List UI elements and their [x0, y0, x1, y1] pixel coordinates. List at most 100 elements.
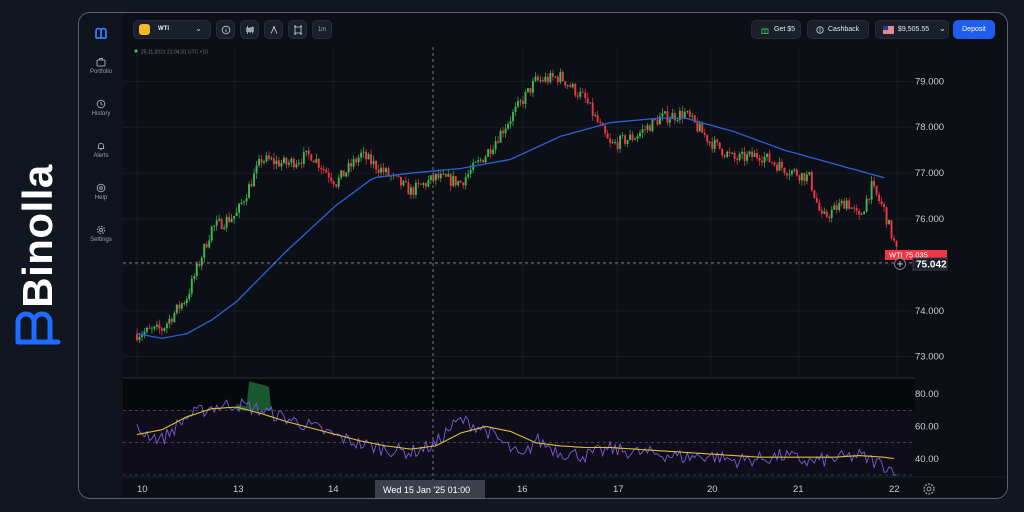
- candle-body: [255, 165, 258, 174]
- candle-body: [327, 172, 330, 178]
- candle-body: [549, 72, 552, 83]
- deposit-button[interactable]: Deposit: [953, 20, 995, 39]
- candle-body: [332, 181, 335, 185]
- candle-body: [434, 173, 437, 181]
- candle-body: [661, 113, 664, 117]
- get-bonus-label: Get $5: [774, 26, 796, 33]
- candle-body: [686, 111, 689, 113]
- candle-body: [701, 123, 704, 134]
- get-bonus-button[interactable]: Get $5: [751, 20, 801, 39]
- candle-body: [265, 155, 268, 162]
- candle-body: [387, 168, 390, 176]
- candle-body: [691, 115, 694, 117]
- candle-body: [818, 202, 821, 211]
- info-icon: [221, 25, 230, 34]
- candle-body: [619, 135, 622, 149]
- candle-body: [639, 132, 641, 137]
- balance-value: $9,505.55: [898, 26, 930, 33]
- sidebar-item-portfolio[interactable]: Portfolio: [79, 57, 123, 75]
- candle-body: [417, 182, 420, 184]
- candle-body: [467, 173, 470, 178]
- asset-selector[interactable]: WTI ⌄: [133, 20, 211, 39]
- candle-body: [561, 71, 564, 82]
- candle-body: [868, 198, 871, 200]
- sidebar-item-alerts[interactable]: Alerts: [79, 141, 123, 159]
- candle-body: [534, 76, 537, 82]
- candle-body: [527, 88, 529, 92]
- candle-body: [604, 126, 607, 134]
- sidebar-item-history[interactable]: History: [79, 99, 123, 117]
- sidebar-item-help[interactable]: Help: [79, 183, 123, 201]
- candle-body: [148, 327, 151, 329]
- candle-body: [668, 119, 671, 123]
- candle-body: [703, 133, 706, 135]
- candle-body: [626, 140, 629, 144]
- price-chart[interactable]: 79.00078.00077.00076.00074.00073.000WTI …: [123, 47, 1007, 498]
- candle-body: [571, 83, 574, 88]
- candle-body: [240, 202, 243, 204]
- time-tick-label: 14: [328, 484, 339, 495]
- brand-panel: Binolla: [0, 0, 76, 512]
- cashback-button[interactable]: Cashback: [807, 20, 869, 39]
- indicators-button[interactable]: [288, 20, 307, 39]
- candle-body: [268, 155, 270, 160]
- candle-body: [355, 159, 358, 163]
- candle-body: [158, 324, 161, 329]
- candle-body: [163, 328, 166, 331]
- candle-body: [848, 200, 851, 209]
- candle-body: [200, 257, 203, 266]
- account-balance-selector[interactable]: $9,505.55 ⌄: [875, 20, 949, 39]
- candle-body: [429, 175, 432, 181]
- candle-body: [382, 167, 385, 173]
- candle-body: [885, 206, 888, 225]
- timeframe-selector[interactable]: 1m: [312, 20, 332, 39]
- top-toolbar: WTI ⌄ 1m Get $5 Cashback $9,505.55 ⌄ Dep…: [123, 13, 1007, 47]
- candle-body: [385, 168, 387, 173]
- candle-body: [711, 141, 714, 149]
- candle-body: [258, 159, 260, 166]
- sidebar-item-label: Help: [94, 195, 108, 201]
- candle-body: [514, 106, 517, 113]
- chart-type-button[interactable]: [240, 20, 259, 39]
- candle-body: [776, 164, 778, 171]
- add-alert-icon[interactable]: [894, 258, 906, 270]
- sidebar-item-settings[interactable]: Settings: [79, 225, 123, 243]
- candle-body: [170, 318, 173, 322]
- candle-body: [138, 336, 141, 341]
- candle-body: [546, 76, 549, 83]
- candle-body: [748, 151, 751, 155]
- candle-body: [845, 200, 848, 209]
- candle-body: [317, 158, 320, 168]
- sidebar-item-label: History: [91, 111, 111, 117]
- candle-body: [858, 210, 861, 215]
- candle-body: [649, 125, 651, 132]
- candle-body: [581, 91, 584, 93]
- candle-body: [407, 182, 410, 195]
- candle-body: [838, 203, 841, 210]
- candle-body: [517, 101, 519, 107]
- candle-body: [629, 134, 632, 141]
- candle-body: [586, 98, 589, 104]
- candle-body: [297, 162, 300, 165]
- candle-body: [810, 172, 813, 191]
- candle-body: [273, 158, 275, 165]
- candle-body: [464, 177, 467, 186]
- candle-body: [454, 176, 457, 186]
- candle-body: [439, 173, 442, 179]
- candle-body: [422, 183, 425, 185]
- candle-body: [397, 175, 400, 177]
- drawing-tools-button[interactable]: [264, 20, 283, 39]
- candle-body: [494, 141, 497, 150]
- candle-body: [798, 175, 801, 181]
- candle-body: [713, 139, 716, 149]
- info-button[interactable]: [216, 20, 235, 39]
- time-tick-label: 16: [517, 484, 528, 495]
- price-tick-label: 76.000: [915, 214, 944, 225]
- candle-body: [614, 142, 617, 143]
- candle-body: [292, 158, 295, 168]
- app-logo-icon[interactable]: [93, 25, 109, 41]
- sidebar-item-label: Settings: [90, 237, 112, 243]
- candle-body: [805, 174, 808, 182]
- candle-body: [783, 167, 786, 174]
- candle-body: [758, 157, 761, 161]
